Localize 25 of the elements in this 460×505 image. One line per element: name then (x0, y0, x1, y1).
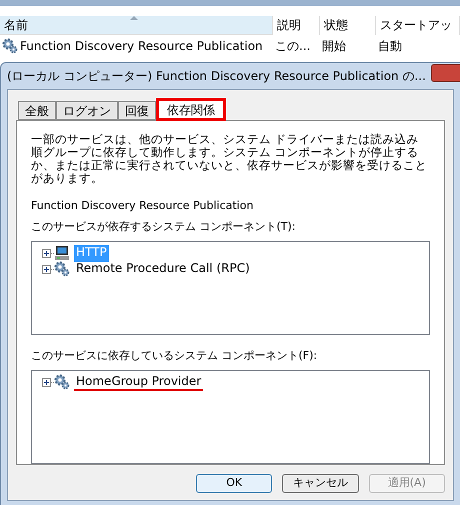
gear-icon (54, 374, 70, 390)
column-header[interactable]: 名前 (0, 16, 273, 35)
table-cell-text: 自動 (378, 38, 402, 55)
depends-on-label: このサービスが依存するシステム コンポーネント(T): (31, 220, 297, 233)
tab[interactable]: 回復 (118, 101, 156, 120)
dialog-button[interactable]: キャンセル (282, 474, 359, 493)
window-title: (ローカル コンピューター) Function Discovery Resource Publication の... (7, 68, 426, 85)
tree-item[interactable]: HomeGroup Provider (74, 374, 204, 390)
computer-icon (54, 245, 70, 261)
gear-icon (54, 261, 70, 277)
service-name: Function Discovery Resource Publication (31, 199, 254, 212)
tab[interactable]: ログオン (56, 101, 118, 120)
tree-item[interactable]: Remote Procedure Call (RPC) (74, 260, 252, 278)
expand-icon[interactable] (42, 378, 51, 386)
sort-caret-icon (130, 16, 138, 20)
table-cell-text: 開始 (322, 38, 346, 55)
expand-icon[interactable] (42, 248, 51, 258)
tab[interactable]: 全般 (18, 101, 56, 120)
tab[interactable]: 依存関係 (156, 98, 226, 121)
table-cell-text: Function Discovery Resource Publication (20, 38, 263, 55)
dependents-label: このサービスに依存しているシステム コンポーネント(F): (31, 349, 318, 362)
expand-icon[interactable] (42, 264, 51, 274)
description-text: 一部のサービスは、他のサービス、システム ドライバーまたは読み込み順グループに依存して動作します。システム コンポーネントが停止するか、または正常に実行されていないと、依存サービスが影響を受けることがあります。 (31, 133, 428, 185)
dialog-button[interactable]: OK (196, 474, 272, 493)
table-cell-text: この... (275, 38, 310, 55)
